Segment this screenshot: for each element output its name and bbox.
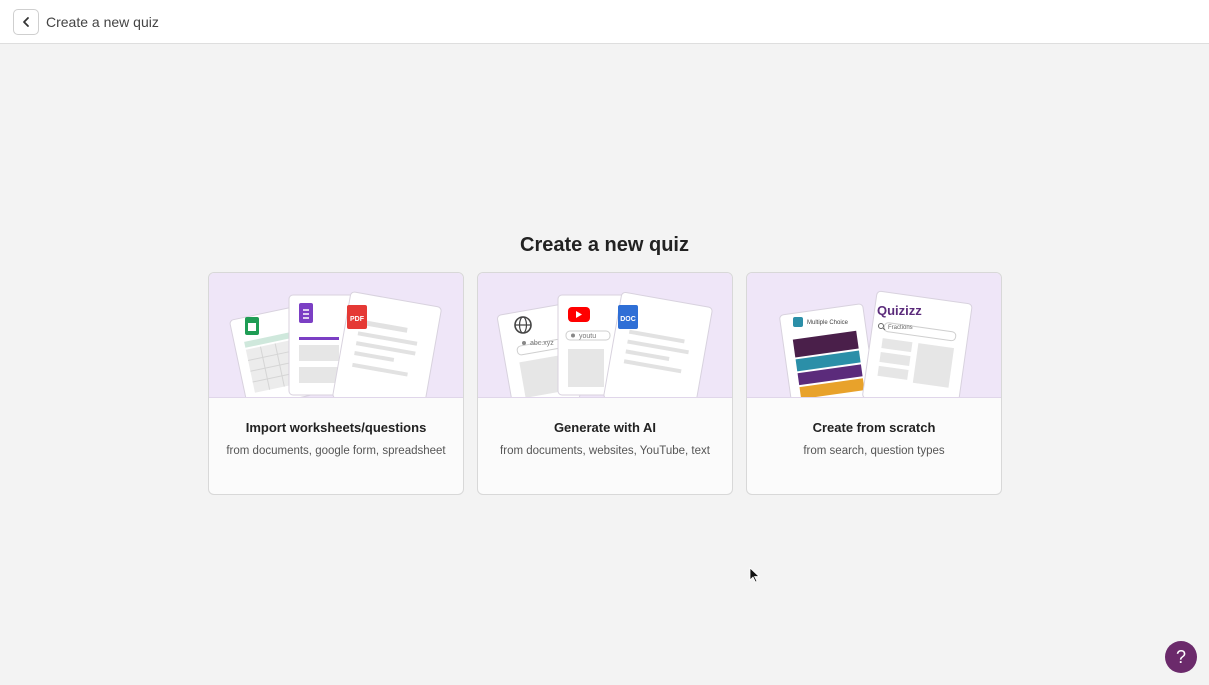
svg-text:PDF: PDF: [350, 316, 365, 323]
quizizz-logo: Quizizz: [877, 303, 922, 318]
svg-text:abc.xyz: abc.xyz: [530, 340, 554, 347]
generate-ai-card[interactable]: abc.xyz youtu DOC Generate with AI from …: [477, 272, 733, 495]
forms-icon: [299, 303, 313, 323]
create-scratch-card-title: Create from scratch: [812, 420, 936, 435]
creation-options: PDF Import worksheets/questions from doc…: [208, 272, 1002, 495]
svg-text:Multiple Choice: Multiple Choice: [807, 320, 849, 326]
generate-ai-card-subtitle: from documents, websites, YouTube, text: [500, 445, 710, 457]
pdf-icon: PDF: [347, 305, 367, 329]
scratch-illustration: Multiple Choice Quizizz Fractions: [747, 273, 1001, 398]
chevron-left-icon: [23, 16, 29, 27]
doc-icon: DOC: [618, 305, 638, 329]
svg-text:DOC: DOC: [620, 316, 636, 323]
top-bar: Create a new quiz: [0, 0, 1209, 44]
import-card[interactable]: PDF Import worksheets/questions from doc…: [208, 272, 464, 495]
create-scratch-card[interactable]: Multiple Choice Quizizz Fractions Create…: [746, 272, 1002, 495]
youtube-icon: [568, 307, 590, 322]
question-type-icon: [793, 317, 803, 327]
svg-text:Fractions: Fractions: [888, 325, 913, 331]
import-card-subtitle: from documents, google form, spreadsheet: [226, 445, 446, 457]
help-button[interactable]: ?: [1165, 641, 1197, 673]
import-illustration: PDF: [209, 273, 463, 398]
ai-illustration: abc.xyz youtu DOC: [478, 273, 732, 398]
sheets-icon: [245, 317, 259, 335]
back-button[interactable]: [13, 8, 39, 35]
generate-ai-card-title: Generate with AI: [553, 420, 657, 435]
mouse-cursor-icon: [749, 567, 761, 583]
page-title: Create a new quiz: [520, 234, 689, 256]
svg-text:youtu: youtu: [579, 333, 596, 340]
create-scratch-card-subtitle: from search, question types: [803, 445, 945, 457]
page-header-title: Create a new quiz: [46, 13, 159, 30]
import-card-title: Import worksheets/questions: [245, 420, 427, 435]
